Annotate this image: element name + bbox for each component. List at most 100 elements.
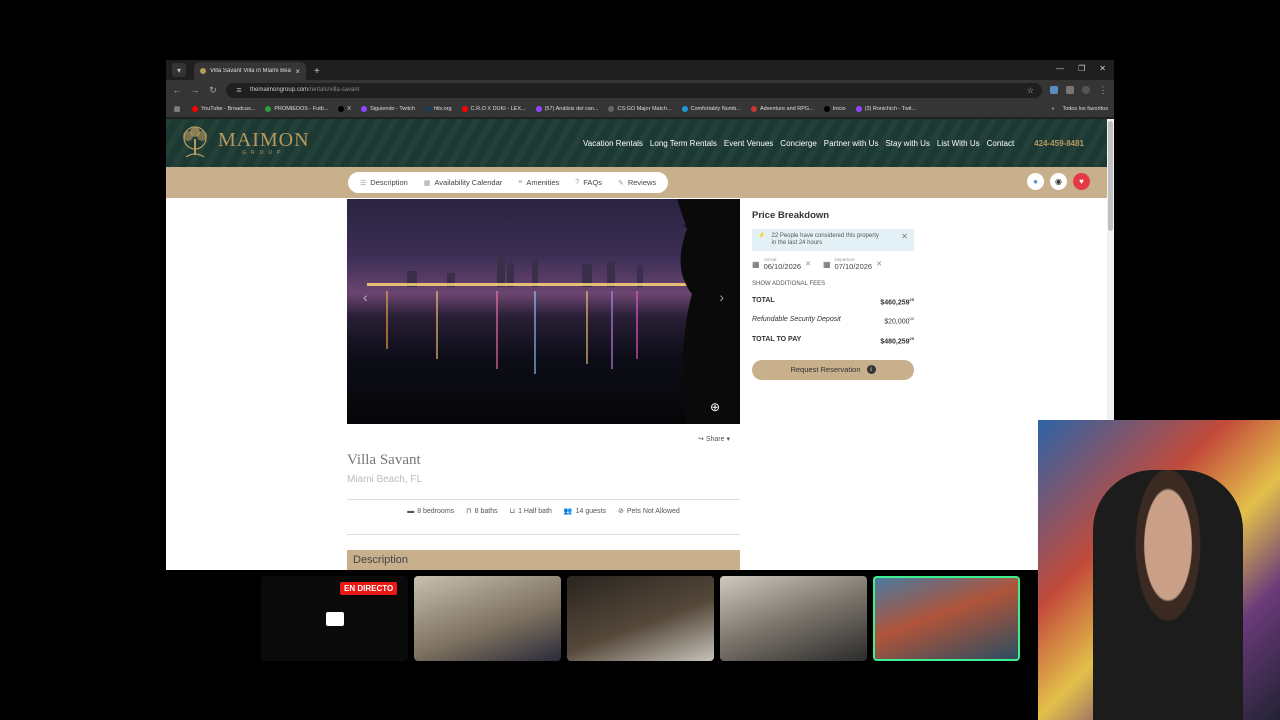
browser-menu-icon[interactable]: ⋮	[1098, 85, 1108, 96]
total-to-pay-row: TOTAL TO PAY $480,25925	[752, 335, 914, 345]
calendar-icon: ▦	[752, 259, 760, 269]
favicon-icon	[200, 68, 206, 74]
bookmark-item[interactable]: Siguiendo - Twitch	[361, 105, 415, 112]
nav-partner-with-us[interactable]: Partner with Us	[824, 139, 879, 148]
share-button[interactable]: ↪ Share ▾	[698, 435, 730, 443]
clear-arrival-icon[interactable]: ✕	[805, 260, 811, 268]
tab-amenities[interactable]: ≡ Amenities	[518, 178, 559, 187]
bookmark-item[interactable]: Comfortably Numb...	[681, 105, 741, 112]
forward-icon[interactable]: →	[190, 85, 200, 95]
phone-link[interactable]: 424-459-8481	[1034, 139, 1084, 148]
site-info-icon[interactable]: ≡	[234, 85, 244, 95]
bookmark-favicon-icon	[361, 105, 368, 112]
zoom-icon[interactable]: ⊕	[710, 400, 720, 414]
minimize-icon[interactable]: —	[1056, 64, 1064, 73]
bedrooms-spec: ▬ 8 bedrooms	[407, 507, 455, 515]
extensions-puzzle-icon[interactable]	[1066, 86, 1074, 94]
price-breakdown-panel: Price Breakdown ⚡ 22 People have conside…	[752, 210, 914, 380]
nav-long-term-rentals[interactable]: Long Term Rentals	[650, 139, 717, 148]
map-pin-icon[interactable]: ●	[1027, 173, 1044, 190]
main-nav: Vacation Rentals Long Term Rentals Event…	[583, 139, 1014, 148]
popularity-notice: ⚡ 22 People have considered this propert…	[752, 229, 914, 251]
bookmark-item[interactable]: C.R.O X DUKI - LEX...	[461, 105, 526, 112]
stream-cam-tile[interactable]	[567, 576, 714, 661]
reload-icon[interactable]: ↻	[208, 85, 218, 96]
site-logo[interactable]: MAIMON GROUP	[176, 125, 310, 161]
bookmark-item[interactable]: CS:GO Major Match...	[608, 105, 672, 112]
arrival-date-field[interactable]: ▦ Arrival 06/10/2026 ✕	[752, 257, 811, 271]
tab-reviews[interactable]: ✎ Reviews	[618, 178, 656, 187]
calendar-icon: ▦	[423, 179, 431, 187]
bookmark-favicon-icon	[424, 105, 431, 112]
favorite-heart-icon[interactable]: ♥	[1073, 173, 1090, 190]
clear-departure-icon[interactable]: ✕	[876, 260, 882, 268]
property-photo-gallery[interactable]: ‹ › ⊕	[347, 199, 740, 424]
address-bar[interactable]: ≡ themaimongroup.com/rentals/villa-savan…	[226, 82, 1042, 98]
eye-icon[interactable]: ◉	[1050, 173, 1067, 190]
description-section-header[interactable]: Description	[347, 550, 740, 570]
calendar-icon: ▦	[822, 259, 831, 269]
profile-avatar-icon[interactable]	[1082, 86, 1090, 94]
tab-title: Villa Savant Villa in Miami Bea...	[210, 68, 292, 74]
bookmark-favicon-icon	[192, 105, 198, 112]
bookmark-item[interactable]: Adventure and RPG...	[750, 105, 814, 112]
bath-icon: ⊓	[466, 508, 472, 515]
bookmark-favicon-icon	[823, 105, 830, 112]
request-reservation-button[interactable]: Request Reservation i	[752, 359, 914, 380]
departure-date-field[interactable]: ▦ Departure 07/10/2026 ✕	[823, 257, 882, 271]
show-additional-fees-link[interactable]: SHOW ADDITIONAL FEES	[752, 281, 914, 287]
bookmark-item[interactable]: X	[338, 105, 351, 112]
tab-search-icon[interactable]: ▾	[172, 63, 186, 77]
baths-spec: ⊓ 8 baths	[466, 507, 498, 516]
close-notice-icon[interactable]: ✕	[901, 233, 908, 241]
bookmark-item[interactable]: PROMIEDOS - Futb...	[265, 105, 328, 112]
nav-vacation-rentals[interactable]: Vacation Rentals	[583, 139, 643, 148]
site-header: MAIMON GROUP Vacation Rentals Long Term …	[166, 119, 1114, 167]
stream-cam-tile[interactable]	[720, 576, 867, 661]
bookmark-item[interactable]: hltv.org	[424, 105, 452, 112]
apps-grid-icon[interactable]: ▦	[172, 105, 182, 113]
restore-icon[interactable]: ❐	[1078, 64, 1085, 73]
stream-cam-tile[interactable]	[414, 576, 561, 661]
divider	[347, 499, 740, 500]
tab-faqs[interactable]: ? FAQs	[575, 178, 602, 187]
bookmark-favicon-icon	[338, 105, 345, 112]
tab-availability-calendar[interactable]: ▦ Availability Calendar	[424, 178, 502, 187]
browser-tab[interactable]: Villa Savant Villa in Miami Bea... ×	[194, 62, 306, 80]
gallery-next-icon[interactable]: ›	[719, 289, 724, 305]
bookmarks-overflow[interactable]: » Todos los favoritos	[1051, 106, 1108, 112]
web-page: MAIMON GROUP Vacation Rentals Long Term …	[166, 119, 1114, 570]
lightning-icon: ⚡	[758, 233, 766, 239]
live-badge: EN DIRECTO	[340, 582, 398, 595]
new-tab-icon[interactable]: +	[314, 66, 320, 77]
close-window-icon[interactable]: ✕	[1099, 64, 1106, 73]
list-icon: ≡	[518, 179, 523, 186]
stream-cam-tile-active[interactable]	[873, 576, 1020, 661]
nav-concierge[interactable]: Concierge	[780, 139, 816, 148]
all-bookmarks-folder: Todos los favoritos	[1062, 105, 1108, 112]
streamer-webcam	[1038, 420, 1280, 720]
bookmark-star-icon[interactable]: ☆	[1027, 86, 1034, 95]
pets-spec: ⊘ Pets Not Allowed	[618, 507, 680, 516]
tree-logo-icon	[183, 126, 207, 158]
bookmark-item[interactable]: YouTube - Broadcas...	[192, 105, 255, 112]
extension-icon[interactable]	[1050, 86, 1058, 94]
tab-strip: ▾ Villa Savant Villa in Miami Bea... × +…	[166, 60, 1114, 80]
nav-list-with-us[interactable]: List With Us	[937, 139, 980, 148]
nav-contact[interactable]: Contact	[987, 139, 1015, 148]
bookmark-item[interactable]: (3) Ronichich - Twit...	[855, 105, 916, 112]
bookmark-favicon-icon	[608, 105, 615, 112]
info-icon: i	[866, 365, 876, 375]
bookmark-item[interactable]: (57) Análisis del can...	[535, 105, 598, 112]
nav-event-venues[interactable]: Event Venues	[724, 139, 773, 148]
back-icon[interactable]: ←	[172, 85, 182, 95]
no-pets-icon: ⊘	[618, 508, 624, 515]
window-controls: — ❐ ✕	[1056, 64, 1106, 73]
total-row: TOTAL $460,25925	[752, 297, 914, 307]
tab-description[interactable]: ☰ Description	[360, 178, 408, 187]
nav-stay-with-us[interactable]: Stay with Us	[885, 139, 929, 148]
close-tab-icon[interactable]: ×	[295, 67, 300, 76]
bookmark-favicon-icon	[855, 105, 862, 112]
gallery-prev-icon[interactable]: ‹	[363, 289, 368, 305]
bookmark-item[interactable]: Inicio	[823, 105, 846, 112]
